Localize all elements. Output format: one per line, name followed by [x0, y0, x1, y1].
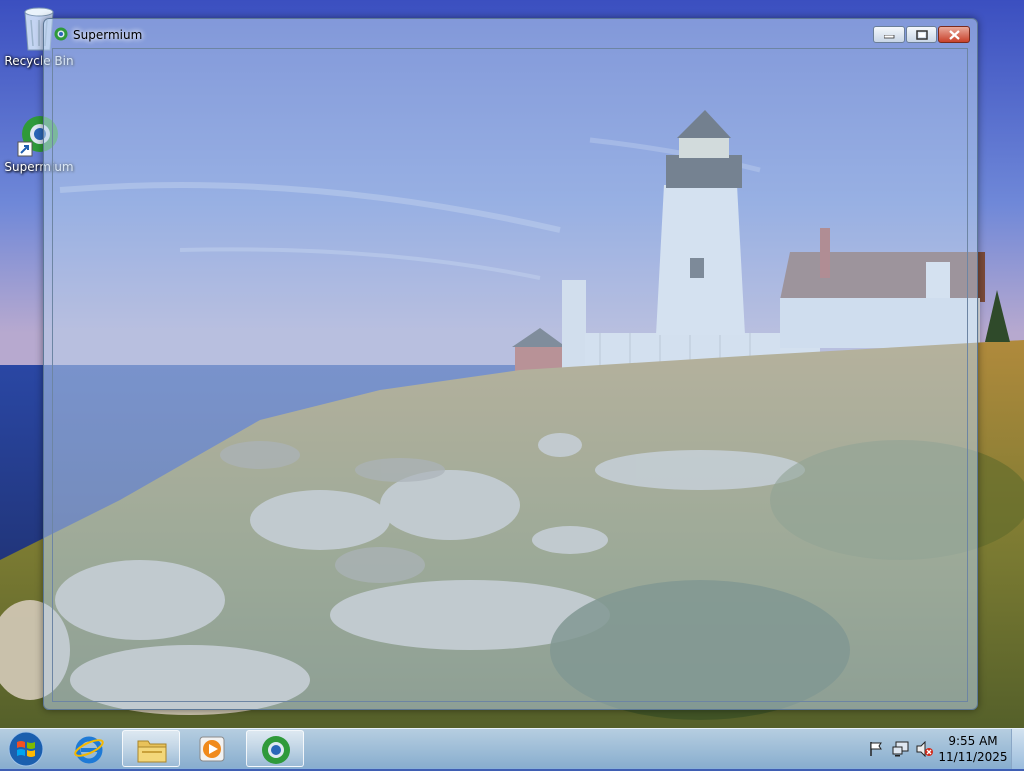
minimize-button[interactable] — [873, 26, 905, 43]
show-desktop-button[interactable] — [1011, 729, 1024, 769]
close-icon — [949, 30, 960, 40]
taskbar-internet-explorer[interactable] — [60, 730, 118, 767]
media-player-icon — [199, 736, 225, 762]
window-client-area[interactable] — [52, 48, 968, 702]
taskbar-file-explorer[interactable] — [122, 730, 180, 767]
windows-start-icon — [8, 731, 44, 767]
internet-explorer-icon — [74, 736, 104, 764]
action-center-flag-icon[interactable] — [868, 741, 884, 757]
supermium-window[interactable]: Supermium — [43, 18, 978, 710]
clock-date: 11/11/2025 — [938, 750, 1008, 764]
window-titlebar[interactable]: Supermium — [44, 19, 977, 47]
taskbar-supermium[interactable] — [246, 730, 304, 767]
maximize-button[interactable] — [906, 26, 937, 43]
close-button[interactable] — [938, 26, 970, 43]
supermium-icon — [262, 736, 290, 764]
file-explorer-icon — [137, 740, 167, 763]
clock-time: 9:55 AM — [948, 734, 998, 748]
supermium-icon — [54, 27, 68, 41]
volume-muted-icon[interactable] — [916, 741, 934, 757]
minimize-icon — [884, 35, 895, 39]
network-icon[interactable] — [892, 741, 910, 757]
taskbar-clock[interactable]: 9:55 AM 11/11/2025 — [938, 733, 1008, 765]
window-title: Supermium — [73, 28, 143, 42]
taskbar-media-player[interactable] — [184, 730, 242, 767]
maximize-icon — [916, 30, 928, 40]
taskbar: 9:55 AM 11/11/2025 — [0, 728, 1024, 769]
start-button[interactable] — [6, 730, 46, 768]
